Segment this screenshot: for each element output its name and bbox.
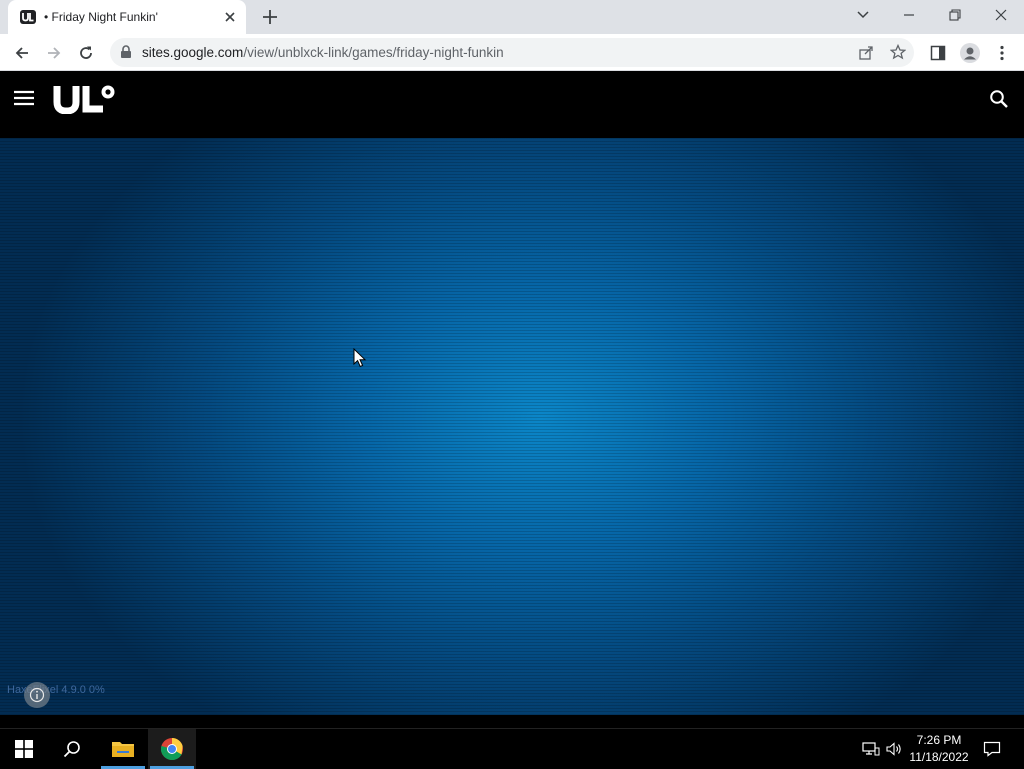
site-logo[interactable] [53,84,117,114]
taskbar-chrome[interactable] [148,729,196,769]
windows-taskbar: 7:26 PM 11/18/2022 [0,728,1024,769]
browser-toolbar: sites.google.com/view/unblxck-link/games… [0,34,1024,71]
loading-status-text: HaxeFlixel 4.9.0 0% [7,684,105,696]
start-button[interactable] [0,729,48,769]
chrome-icon [161,738,183,760]
mouse-cursor-icon [353,348,367,368]
info-button[interactable] [24,682,50,708]
address-bar[interactable]: sites.google.com/view/unblxck-link/games… [110,38,914,67]
speaker-icon [886,742,901,756]
network-icon [862,742,880,756]
url-domain: sites.google.com [142,45,244,60]
game-canvas[interactable]: HaxeFlixel 4.9.0 0% [0,138,1024,715]
new-tab-button[interactable] [260,7,280,27]
hamburger-menu-icon[interactable] [14,90,34,106]
notifications-button[interactable] [978,729,1006,769]
profile-button[interactable] [958,41,982,65]
browser-tab[interactable]: • Friday Night Funkin' [8,0,246,34]
minimize-window-button[interactable] [886,0,932,30]
side-panel-icon [930,45,946,61]
side-panel-button[interactable] [926,41,950,65]
browser-menu-button[interactable] [990,41,1014,65]
forward-button[interactable] [42,41,66,65]
clock-date: 11/18/2022 [909,750,969,764]
page-bottom-strip [0,715,1024,728]
taskbar-clock[interactable]: 7:26 PM 11/18/2022 [906,732,972,766]
avatar-icon [960,43,980,63]
volume-tray-icon[interactable] [883,729,905,769]
site-header [0,71,1024,138]
browser-tab-strip: • Friday Night Funkin' [0,0,1024,34]
folder-icon [112,742,134,757]
kebab-menu-icon [1000,45,1004,61]
forward-arrow-icon [48,47,61,59]
search-icon[interactable] [989,89,1009,109]
tab-title: • Friday Night Funkin' [44,10,158,24]
close-window-button[interactable] [978,0,1024,30]
url-text: sites.google.com/view/unblxck-link/games… [142,45,504,60]
tab-search-icon[interactable] [840,0,886,30]
info-icon [29,687,45,703]
back-arrow-icon [15,47,28,59]
network-tray-icon[interactable] [860,729,882,769]
reload-button[interactable] [74,41,98,65]
restore-window-button[interactable] [932,0,978,30]
windows-logo-icon [15,740,33,758]
bookmark-star-icon[interactable] [890,44,906,60]
notification-icon [983,741,1001,757]
back-button[interactable] [10,41,34,65]
taskbar-search-button[interactable] [48,729,96,769]
url-path: /view/unblxck-link/games/friday-night-fu… [243,45,504,60]
close-tab-icon[interactable] [222,9,238,25]
site-favicon-icon [20,10,36,24]
clock-time: 7:26 PM [916,733,962,747]
scanline-overlay [0,138,1024,715]
share-icon[interactable] [858,45,874,61]
search-icon [63,741,80,758]
taskbar-file-explorer[interactable] [99,729,147,769]
reload-icon [80,46,92,59]
lock-icon [121,45,131,58]
